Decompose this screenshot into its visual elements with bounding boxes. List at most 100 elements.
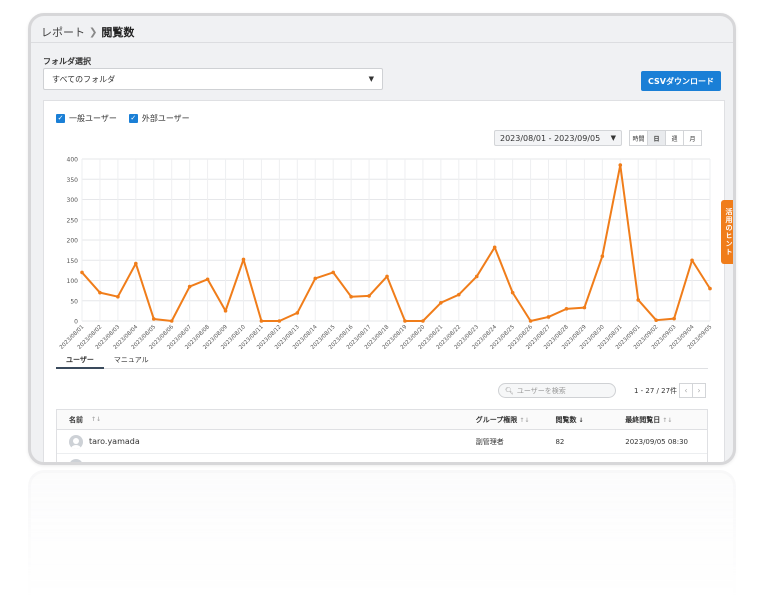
col-last-label: 最終閲覧日 xyxy=(625,415,661,424)
folder-label: フォルダ選択 xyxy=(43,57,91,66)
data-point xyxy=(421,319,425,323)
window-reflection xyxy=(28,470,736,600)
data-point xyxy=(457,292,461,297)
y-tick-label: 100 xyxy=(67,278,79,285)
granularity-day-button[interactable]: 日 xyxy=(647,130,666,146)
data-point xyxy=(98,290,102,295)
y-tick-label: 400 xyxy=(67,157,79,164)
user-name: taro.yamada xyxy=(89,437,140,446)
date-range-picker[interactable]: 2023/08/01 - 2023/09/05 ▼ xyxy=(494,130,622,146)
data-point xyxy=(600,254,605,258)
next-page-button[interactable]: › xyxy=(692,383,706,398)
data-point xyxy=(259,319,264,323)
data-point xyxy=(708,286,712,291)
col-name-header[interactable]: 名前 ↑↓ xyxy=(57,415,476,425)
data-point xyxy=(187,284,192,289)
granularity-month-button[interactable]: 月 xyxy=(683,130,702,146)
data-point xyxy=(474,274,479,279)
y-tick-label: 150 xyxy=(67,258,79,265)
tab-bar: ユーザー マニュアル xyxy=(56,351,708,369)
avatar xyxy=(69,434,83,449)
date-range-value: 2023/08/01 - 2023/09/05 xyxy=(500,133,601,143)
data-point xyxy=(80,270,84,275)
col-group-header[interactable]: グループ権限 ↑↓ xyxy=(476,415,556,425)
reflection-content xyxy=(31,473,733,597)
y-tick-label: 300 xyxy=(67,197,79,204)
table-header: 名前 ↑↓ グループ権限 ↑↓ 閲覧数 ↓ 最終閲覧日 ↑↓ xyxy=(57,410,707,430)
hint-tab[interactable]: 活用のヒント xyxy=(721,200,733,264)
data-point xyxy=(528,319,533,323)
data-point xyxy=(439,300,443,305)
data-point xyxy=(116,294,120,299)
data-point xyxy=(331,270,336,275)
tab-users[interactable]: ユーザー xyxy=(56,351,104,369)
checkmark-icon: ✓ xyxy=(128,114,138,123)
y-tick-label: 350 xyxy=(67,177,79,184)
data-point xyxy=(654,318,658,322)
data-point xyxy=(295,311,300,315)
header-divider xyxy=(31,42,733,43)
series-line xyxy=(81,164,711,322)
col-last-header[interactable]: 最終閲覧日 ↑↓ xyxy=(625,415,707,425)
col-views-header[interactable]: 閲覧数 ↓ xyxy=(555,415,625,425)
col-name-label: 名前 xyxy=(69,415,83,424)
data-point xyxy=(223,309,228,313)
caret-down-icon: ▼ xyxy=(368,75,374,83)
caret-down-icon: ▼ xyxy=(610,134,616,142)
user-type-filters: ✓ 一般ユーザー ✓ 外部ユーザー xyxy=(56,113,190,124)
general-users-label: 一般ユーザー xyxy=(69,114,117,123)
granularity-week-button[interactable]: 週 xyxy=(665,130,684,146)
data-point xyxy=(690,258,694,263)
data-point xyxy=(636,298,641,302)
y-tick-label: 250 xyxy=(67,217,79,224)
data-point xyxy=(205,277,210,282)
y-tick-label: 0 xyxy=(74,319,78,326)
views-line-chart: 0501001502002503003504002023/08/012023/0… xyxy=(59,157,714,350)
data-point xyxy=(385,274,389,279)
data-point xyxy=(277,319,282,323)
sort-desc-icon: ↓ xyxy=(578,416,584,424)
pager-count: 1 - 27 / 27件 xyxy=(634,387,678,395)
breadcrumb-parent[interactable]: レポート xyxy=(41,24,85,40)
tab-manual[interactable]: マニュアル xyxy=(104,351,159,369)
folder-select[interactable]: すべてのフォルダ ▼ xyxy=(43,68,383,90)
col-views-label: 閲覧数 xyxy=(555,415,577,424)
y-tick-label: 50 xyxy=(70,298,78,305)
user-search-input[interactable]: 🔍︎ ユーザーを検索 xyxy=(498,383,616,398)
data-point xyxy=(169,319,174,323)
data-point xyxy=(134,261,138,266)
csv-download-button[interactable]: CSVダウンロード xyxy=(641,71,721,91)
external-users-checkbox[interactable]: ✓ 外部ユーザー xyxy=(128,113,190,124)
pager-controls: ‹ › xyxy=(679,383,706,398)
data-point xyxy=(546,315,551,319)
prev-page-button[interactable]: ‹ xyxy=(679,383,693,398)
general-users-checkbox[interactable]: ✓ 一般ユーザー xyxy=(56,113,117,124)
chevron-right-icon: ❯ xyxy=(89,26,98,38)
app-window: レポート ❯ 閲覧数 フォルダ選択 すべてのフォルダ ▼ CSVダウンロード ✓… xyxy=(28,13,736,465)
data-point xyxy=(367,294,371,298)
table-row[interactable] xyxy=(57,454,707,462)
data-point xyxy=(313,276,318,281)
external-users-label: 外部ユーザー xyxy=(141,114,190,123)
breadcrumb: レポート ❯ 閲覧数 xyxy=(41,24,134,40)
folder-select-value: すべてのフォルダ xyxy=(52,74,116,84)
search-placeholder: ユーザーを検索 xyxy=(516,386,566,395)
cell-name: taro.yamada xyxy=(57,434,476,449)
sort-icon: ↑↓ xyxy=(519,416,530,424)
table-row[interactable]: taro.yamada 副管理者 82 2023/09/05 08:30 xyxy=(57,430,707,454)
data-point xyxy=(564,307,569,311)
report-card: ✓ 一般ユーザー ✓ 外部ユーザー 2023/08/01 - 2023/09/0… xyxy=(43,100,725,462)
cell-group: 副管理者 xyxy=(475,437,504,446)
data-point xyxy=(492,245,497,250)
data-point xyxy=(151,317,156,321)
search-icon: 🔍︎ xyxy=(505,386,514,395)
col-group-label: グループ権限 xyxy=(475,415,518,424)
cell-views: 82 xyxy=(555,437,565,446)
data-point xyxy=(241,257,246,262)
checkmark-icon: ✓ xyxy=(56,114,65,123)
data-point xyxy=(349,294,353,299)
granularity-hour-button[interactable]: 時間 xyxy=(629,130,648,146)
avatar xyxy=(69,459,83,462)
granularity-toggle: 時間 日 週 月 xyxy=(629,130,702,146)
y-tick-label: 200 xyxy=(67,238,79,245)
